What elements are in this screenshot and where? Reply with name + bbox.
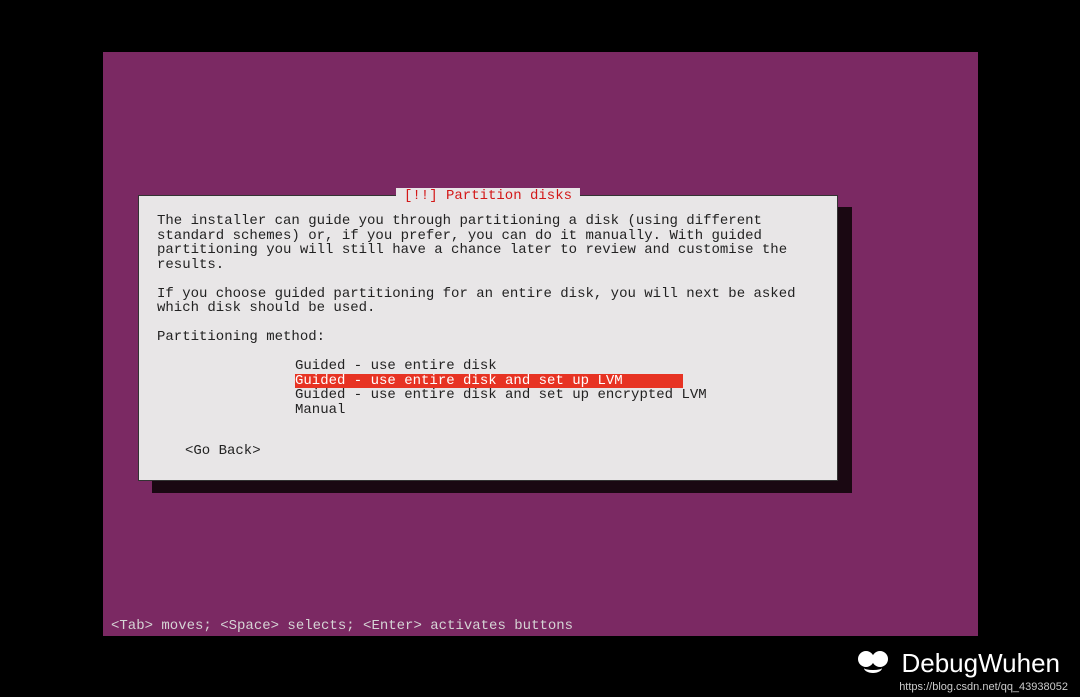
dialog-content: The installer can guide you through part… bbox=[139, 196, 837, 458]
options-list: Guided - use entire disk Guided - use en… bbox=[295, 359, 819, 418]
help-bar: <Tab> moves; <Space> selects; <Enter> ac… bbox=[103, 616, 581, 636]
wechat-icon bbox=[853, 649, 893, 679]
option-guided-entire-disk[interactable]: Guided - use entire disk bbox=[295, 359, 819, 374]
option-manual[interactable]: Manual bbox=[295, 403, 819, 418]
paragraph-1: The installer can guide you through part… bbox=[157, 214, 819, 273]
option-guided-encrypted-lvm[interactable]: Guided - use entire disk and set up encr… bbox=[295, 388, 819, 403]
watermark-url: https://blog.csdn.net/qq_43938052 bbox=[899, 681, 1068, 693]
paragraph-2: If you choose guided partitioning for an… bbox=[157, 287, 819, 316]
partition-dialog: [!!] Partition disks The installer can g… bbox=[138, 195, 838, 481]
go-back-button[interactable]: <Go Back> bbox=[185, 444, 819, 459]
watermark-text: DebugWuhen bbox=[901, 648, 1060, 679]
option-guided-lvm[interactable]: Guided - use entire disk and set up LVM bbox=[295, 374, 683, 389]
title-text: [!!] Partition disks bbox=[404, 188, 572, 204]
watermark: DebugWuhen bbox=[853, 648, 1060, 679]
dialog-title: [!!] Partition disks bbox=[396, 188, 580, 204]
partitioning-method-label: Partitioning method: bbox=[157, 330, 819, 345]
